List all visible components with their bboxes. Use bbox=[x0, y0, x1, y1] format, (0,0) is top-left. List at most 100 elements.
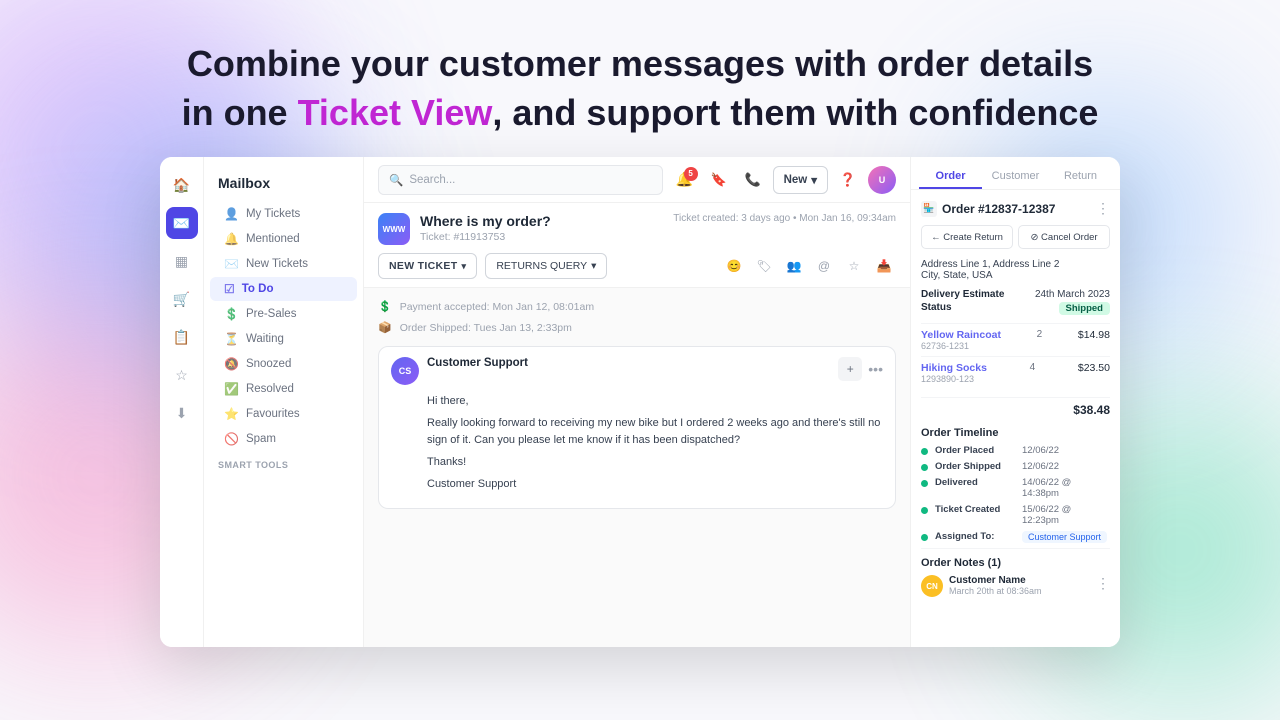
sidebar-icon-home[interactable]: 🏠 bbox=[166, 169, 198, 201]
help-button[interactable]: ❓ bbox=[834, 166, 862, 194]
timeline-order-placed: Order Placed 12/06/22 bbox=[921, 445, 1110, 456]
sidebar-icon-download[interactable]: ⬇ bbox=[166, 397, 198, 429]
cancel-order-button[interactable]: ⊘ Cancel Order bbox=[1018, 225, 1110, 249]
timeline-section-title: Order Timeline bbox=[921, 427, 1110, 439]
nav-item-snoozed[interactable]: 🔕 Snoozed bbox=[210, 352, 357, 376]
emoji-icon[interactable]: 😊 bbox=[722, 254, 746, 278]
tab-customer[interactable]: Customer bbox=[984, 165, 1047, 189]
sidebar-icon-cart[interactable]: 🛒 bbox=[166, 283, 198, 315]
nav-label-waiting: Waiting bbox=[246, 333, 284, 345]
snoozed-icon: 🔕 bbox=[224, 357, 239, 371]
nav-label-snoozed: Snoozed bbox=[246, 358, 291, 370]
message-sender: Customer Support bbox=[427, 357, 528, 369]
message-customer-name: Customer Support bbox=[427, 476, 883, 493]
nav-item-todo[interactable]: ☑ To Do bbox=[210, 277, 357, 301]
nav-item-pre-sales[interactable]: 💲 Pre-Sales bbox=[210, 302, 357, 326]
right-panel: Order Customer Return 🏪 Order #12837-123… bbox=[910, 157, 1120, 647]
nav-item-resolved[interactable]: ✅ Resolved bbox=[210, 377, 357, 401]
add-message-button[interactable]: + bbox=[838, 357, 862, 381]
note-item-1: CN Customer Name March 20th at 08:36am ⋮ bbox=[921, 575, 1110, 597]
hero-line1: Combine your customer messages with orde… bbox=[187, 43, 1093, 84]
search-placeholder: Search... bbox=[409, 174, 455, 186]
todo-icon: ☑ bbox=[224, 282, 235, 296]
returns-query-button[interactable]: RETURNS QUERY ▾ bbox=[485, 253, 607, 279]
sidebar-icon-grid[interactable]: ▦ bbox=[166, 245, 198, 277]
nav-item-spam[interactable]: 🚫 Spam bbox=[210, 427, 357, 451]
order-timeline: Order Placed 12/06/22 Order Shipped 12/0… bbox=[921, 445, 1110, 543]
nav-item-favourites[interactable]: ⭐ Favourites bbox=[210, 402, 357, 426]
dot-ticket-created bbox=[921, 507, 928, 514]
assign-icon[interactable]: 👥 bbox=[782, 254, 806, 278]
sidebar-icon-doc[interactable]: 📋 bbox=[166, 321, 198, 353]
user-avatar[interactable]: U bbox=[868, 166, 896, 194]
item-1-name[interactable]: Yellow Raincoat bbox=[921, 329, 1001, 341]
label-ticket-created: Ticket Created bbox=[935, 504, 1015, 515]
ticket-meta: Ticket created: 3 days ago • Mon Jan 16,… bbox=[673, 213, 896, 224]
address-line1: Address Line 1, Address Line 2 bbox=[921, 259, 1110, 270]
waiting-icon: ⏳ bbox=[224, 332, 239, 346]
delivery-estimate-row: Delivery Estimate 24th March 2023 bbox=[921, 289, 1110, 300]
item-2-name[interactable]: Hiking Socks bbox=[921, 362, 987, 374]
new-ticket-button[interactable]: NEW TICKET ▾ bbox=[378, 253, 477, 279]
tab-return[interactable]: Return bbox=[1049, 165, 1112, 189]
item-2-qty: 4 bbox=[1022, 362, 1042, 373]
ticket-actions-row: NEW TICKET ▾ RETURNS QUERY ▾ 😊 🏷 👥 @ ☆ 📥 bbox=[378, 253, 896, 279]
new-tickets-icon: ✉️ bbox=[224, 257, 239, 271]
app-window: 🏠 ✉️ ▦ 🛒 📋 ☆ ⬇ Mailbox 👤 My Tickets 🔔 Me… bbox=[160, 157, 1120, 647]
notifications-button[interactable]: 🔔 5 bbox=[671, 166, 699, 194]
dot-assigned bbox=[921, 534, 928, 541]
ticket-header: WWW Where is my order? Ticket: #11913753… bbox=[364, 203, 910, 288]
item-2-price: $23.50 bbox=[1078, 362, 1110, 374]
hero-line2-suffix: , and support them with confidence bbox=[492, 92, 1098, 133]
note-content: Customer Name March 20th at 08:36am bbox=[949, 575, 1090, 596]
action-icons: 😊 🏷 👥 @ ☆ 📥 bbox=[722, 254, 896, 278]
returns-query-chevron: ▾ bbox=[591, 260, 596, 272]
store-icon: 🏪 bbox=[921, 201, 937, 217]
nav-item-new-tickets[interactable]: ✉️ New Tickets bbox=[210, 252, 357, 276]
item-1-qty: 2 bbox=[1029, 329, 1049, 340]
dot-order-placed bbox=[921, 448, 928, 455]
order-item-2: Hiking Socks 1293890-123 4 $23.50 bbox=[921, 356, 1110, 389]
star-icon[interactable]: ☆ bbox=[842, 254, 866, 278]
payment-icon: 💲 bbox=[378, 300, 392, 313]
timeline-shipped: 📦 Order Shipped: Tues Jan 13, 2:33pm bbox=[378, 319, 896, 336]
order-total: $38.48 bbox=[921, 397, 1110, 417]
bookmark-button[interactable]: 🔖 bbox=[705, 166, 733, 194]
order-more-button[interactable]: ⋮ bbox=[1096, 200, 1110, 217]
create-return-button[interactable]: ← Create Return bbox=[921, 225, 1013, 249]
at-icon[interactable]: @ bbox=[812, 254, 836, 278]
nav-item-mentioned[interactable]: 🔔 Mentioned bbox=[210, 227, 357, 251]
tab-order[interactable]: Order bbox=[919, 165, 982, 189]
sidebar-icon-star[interactable]: ☆ bbox=[166, 359, 198, 391]
timeline-delivered: Delivered 14/06/22 @ 14:38pm bbox=[921, 477, 1110, 499]
smart-tools-divider: SMART TOOLS bbox=[204, 452, 363, 474]
timeline-events: 💲 Payment accepted: Mon Jan 12, 08:01am … bbox=[378, 298, 896, 336]
note-more-button[interactable]: ⋮ bbox=[1096, 575, 1110, 592]
order-header: 🏪 Order #12837-12387 ⋮ bbox=[921, 200, 1110, 217]
sidebar-icon-mail[interactable]: ✉️ bbox=[166, 207, 198, 239]
message-options-button[interactable]: ••• bbox=[868, 361, 883, 377]
archive-icon[interactable]: 📥 bbox=[872, 254, 896, 278]
mailbox-title: Mailbox bbox=[204, 169, 363, 201]
order-number: 🏪 Order #12837-12387 bbox=[921, 201, 1055, 217]
notes-title: Order Notes (1) bbox=[921, 557, 1110, 569]
address-line2: City, State, USA bbox=[921, 270, 1110, 281]
icon-sidebar: 🏠 ✉️ ▦ 🛒 📋 ☆ ⬇ bbox=[160, 157, 204, 647]
nav-label-my-tickets: My Tickets bbox=[246, 208, 300, 220]
date-delivered: 14/06/22 @ 14:38pm bbox=[1022, 477, 1110, 499]
new-button[interactable]: New ▾ bbox=[773, 166, 828, 194]
delivery-date: 24th March 2023 bbox=[1035, 289, 1110, 300]
new-button-chevron: ▾ bbox=[811, 173, 817, 187]
item-2-info: Hiking Socks 1293890-123 bbox=[921, 362, 987, 384]
mentioned-icon: 🔔 bbox=[224, 232, 239, 246]
nav-label-spam: Spam bbox=[246, 433, 276, 445]
search-box[interactable]: 🔍 Search... bbox=[378, 165, 663, 195]
date-order-shipped: 12/06/22 bbox=[1022, 461, 1059, 472]
label-delivered: Delivered bbox=[935, 477, 1015, 488]
tag-icon[interactable]: 🏷 bbox=[752, 254, 776, 278]
nav-item-waiting[interactable]: ⏳ Waiting bbox=[210, 327, 357, 351]
nav-item-my-tickets[interactable]: 👤 My Tickets bbox=[210, 202, 357, 226]
phone-button[interactable]: 📞 bbox=[739, 166, 767, 194]
order-actions: ← Create Return ⊘ Cancel Order bbox=[921, 225, 1110, 249]
top-bar: 🔍 Search... 🔔 5 🔖 📞 New ▾ ❓ U bbox=[364, 157, 910, 203]
